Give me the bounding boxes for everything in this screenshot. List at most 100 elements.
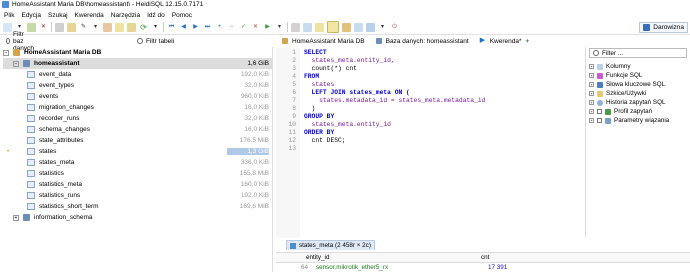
copy-icon[interactable] (55, 22, 64, 32)
line-number: 13 (288, 145, 296, 152)
menu-goto[interactable]: Idź do (147, 12, 165, 19)
previous-icon[interactable]: ◀ (179, 23, 188, 32)
tab-host[interactable]: HomeAssistant Maria DB (282, 38, 365, 45)
tree-table[interactable]: event_data 192,0 KiB (3, 69, 273, 80)
tree-table[interactable]: migration_changes 16,0 KiB (3, 102, 273, 113)
code-line: count(*) cnt (304, 65, 357, 72)
run-icon[interactable]: ▶ (263, 23, 272, 32)
dropdown-arrow-icon[interactable]: ▾ (378, 23, 387, 32)
expand-icon[interactable]: + (589, 64, 594, 69)
menu-help[interactable]: Pomoc (172, 12, 192, 19)
refresh-green-icon[interactable]: ⟳ (139, 23, 148, 32)
results-tab[interactable]: states_meta (2 458r × 2c) (286, 240, 375, 250)
table-icon (27, 93, 35, 100)
pencil-icon[interactable]: ✎ (79, 23, 88, 32)
helper-item-functions[interactable]: + Funkcje SQL (589, 71, 642, 80)
bind-params-checkbox[interactable] (597, 118, 602, 123)
helper-item-columns[interactable]: + Kolumny (589, 62, 631, 71)
paste-icon[interactable] (67, 22, 76, 32)
helper-item-history[interactable]: + Historia zapytań SQL (589, 98, 666, 107)
window-icon[interactable] (366, 22, 375, 32)
next-icon[interactable]: ▶ (191, 23, 200, 32)
lock-icon[interactable] (342, 22, 351, 32)
menu-tools[interactable]: Narzędzia (111, 12, 140, 19)
tree-table[interactable]: statistics_meta 160,0 KiB (3, 179, 273, 190)
expand-icon[interactable]: + (589, 118, 594, 123)
helper-label: Szkice/Używki (606, 90, 647, 97)
table-row[interactable]: 64 sensor.mikrotik_ether5_rx 17 391 (276, 264, 690, 272)
tree-server[interactable]: − HomeAssistant Maria DB (3, 47, 273, 58)
star-icon[interactable] (315, 22, 324, 32)
table-icon (27, 137, 35, 144)
expand-icon[interactable]: + (13, 214, 19, 221)
helper-item-bind-params[interactable]: + Parametry wiązania (589, 116, 669, 125)
helpers-filter-input[interactable]: Filter ... (589, 48, 687, 58)
remove-icon[interactable]: − (227, 23, 236, 32)
tree-table[interactable]: statistics_short_term 169,6 MiB (3, 201, 273, 212)
tree-table[interactable]: statistics_runs 192,0 KiB (3, 190, 273, 201)
last-icon[interactable]: ⏭ (203, 23, 212, 32)
column-header-entity-id[interactable]: entity_id (306, 254, 329, 261)
table-size: 16,0 KiB (244, 126, 269, 133)
database-icon (23, 60, 30, 67)
collapse-icon[interactable]: − (13, 60, 19, 67)
add-icon[interactable]: + (215, 23, 224, 32)
new-tab-icon[interactable]: + (526, 38, 530, 45)
dropdown-arrow-icon[interactable]: ▾ (275, 23, 284, 32)
expand-icon[interactable]: + (589, 73, 594, 78)
table-size: 176,5 MiB (239, 137, 269, 144)
exit-icon[interactable]: ⏻ (390, 23, 399, 32)
helper-item-keywords[interactable]: + Słowa kluczowe SQL (589, 80, 665, 89)
sql-help-icon[interactable] (303, 22, 312, 32)
cell-entity-id[interactable]: sensor.mikrotik_ether5_rx (316, 264, 388, 271)
helper-item-snippets[interactable]: + Szkice/Używki (589, 89, 646, 98)
tree-table[interactable]: states_meta 336,0 KiB (3, 157, 273, 168)
tab-query[interactable]: ▶ Kwerenda* + (480, 37, 530, 45)
table-name: states (39, 148, 57, 155)
tree-table[interactable]: • states 1,3 GiB (3, 146, 273, 157)
expand-icon[interactable]: + (589, 82, 594, 87)
disconnect-icon[interactable]: ✕ (39, 23, 48, 32)
cancel-icon[interactable]: ✕ (251, 23, 260, 32)
tree-database-homeassistant[interactable]: − homeassistant 1,6 GiB (3, 58, 273, 69)
sql-mode-icon[interactable] (327, 21, 339, 33)
tree-database-information-schema[interactable]: + information_schema (3, 212, 273, 223)
dropdown-arrow-icon[interactable]: ▾ (91, 23, 100, 32)
tree-table[interactable]: event_types 32,0 KiB (3, 80, 273, 91)
collapse-icon[interactable]: − (3, 49, 9, 56)
tree-table[interactable]: state_attributes 176,5 MiB (3, 135, 273, 146)
toolbar-separator (51, 22, 52, 32)
menu-file[interactable]: Plik (4, 12, 14, 19)
tree-table[interactable]: events 960,0 KiB (3, 91, 273, 102)
table-filter[interactable]: Filtr tabeli (137, 38, 174, 45)
format-icon[interactable] (291, 22, 300, 32)
cell-cnt[interactable]: 17 391 (488, 264, 507, 271)
profiling-checkbox[interactable] (597, 109, 602, 114)
donate-button[interactable]: Darowizna (639, 22, 688, 33)
tree-table[interactable]: schema_changes 16,0 KiB (3, 124, 273, 135)
folder-icon[interactable] (115, 22, 124, 32)
table-size: 160,0 KiB (240, 181, 269, 188)
row-number: 64 (301, 264, 309, 271)
expand-icon[interactable]: + (589, 109, 594, 114)
menu-bar: Plik Edycja Szukaj Kwerenda Narzędzia Id… (0, 10, 690, 20)
menu-query[interactable]: Kwerenda (75, 12, 104, 19)
helper-item-profiling[interactable]: + Profil zapytań (589, 107, 652, 116)
column-header-cnt[interactable]: cnt (481, 254, 489, 261)
tab-database[interactable]: Baza danych: homeassistant (375, 38, 469, 45)
expand-icon[interactable]: + (589, 100, 594, 105)
code-line: GROUP BY (304, 113, 335, 120)
menu-edit[interactable]: Edycja (21, 12, 41, 19)
tree-table[interactable]: statistics 155,8 MiB (3, 168, 273, 179)
dropdown-arrow-icon[interactable]: ▾ (151, 23, 160, 32)
search-icon (593, 50, 599, 56)
settings-icon[interactable] (354, 22, 363, 32)
expand-icon[interactable]: + (589, 91, 594, 96)
tree-table[interactable]: recorder_runs 32,0 KiB (3, 113, 273, 124)
first-icon[interactable]: ⏮ (167, 23, 176, 32)
check-icon[interactable]: ✓ (239, 23, 248, 32)
sql-editor[interactable]: 1 2 3 4 5 6 7 8 9 10 11 12 13 SELECT sta… (276, 48, 582, 238)
menu-search[interactable]: Szukaj (48, 12, 68, 19)
export-icon[interactable] (103, 22, 112, 32)
refresh-icon[interactable] (127, 22, 136, 32)
